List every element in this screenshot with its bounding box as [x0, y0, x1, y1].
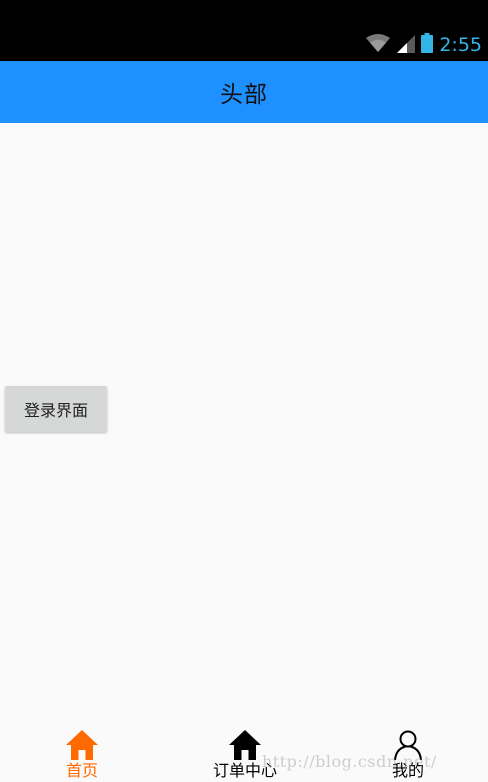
tab-home-label: 首页 — [65, 761, 98, 780]
header-bar: 头部 — [0, 61, 488, 123]
cell-signal-icon — [397, 33, 416, 57]
login-page-button[interactable]: 登录界面 — [5, 386, 107, 432]
tab-home[interactable]: 首页 — [52, 720, 112, 782]
wifi-icon — [365, 33, 391, 57]
tab-mine[interactable]: 我的 — [378, 720, 438, 782]
page-title: 头部 — [220, 82, 268, 108]
status-bar: 2:55 — [0, 0, 488, 61]
home-icon — [228, 726, 262, 760]
status-icons: 2:55 — [365, 33, 482, 57]
watermark-text: http://blog.csdn.net/ — [262, 752, 437, 771]
tab-orders[interactable]: 订单中心 — [200, 720, 290, 782]
status-time: 2:55 — [439, 34, 482, 56]
home-icon — [65, 726, 99, 760]
main-content: 登录界面 — [0, 123, 488, 720]
bottom-tab-bar: 首页 订单中心 我的 — [0, 720, 488, 782]
battery-icon — [421, 33, 434, 57]
